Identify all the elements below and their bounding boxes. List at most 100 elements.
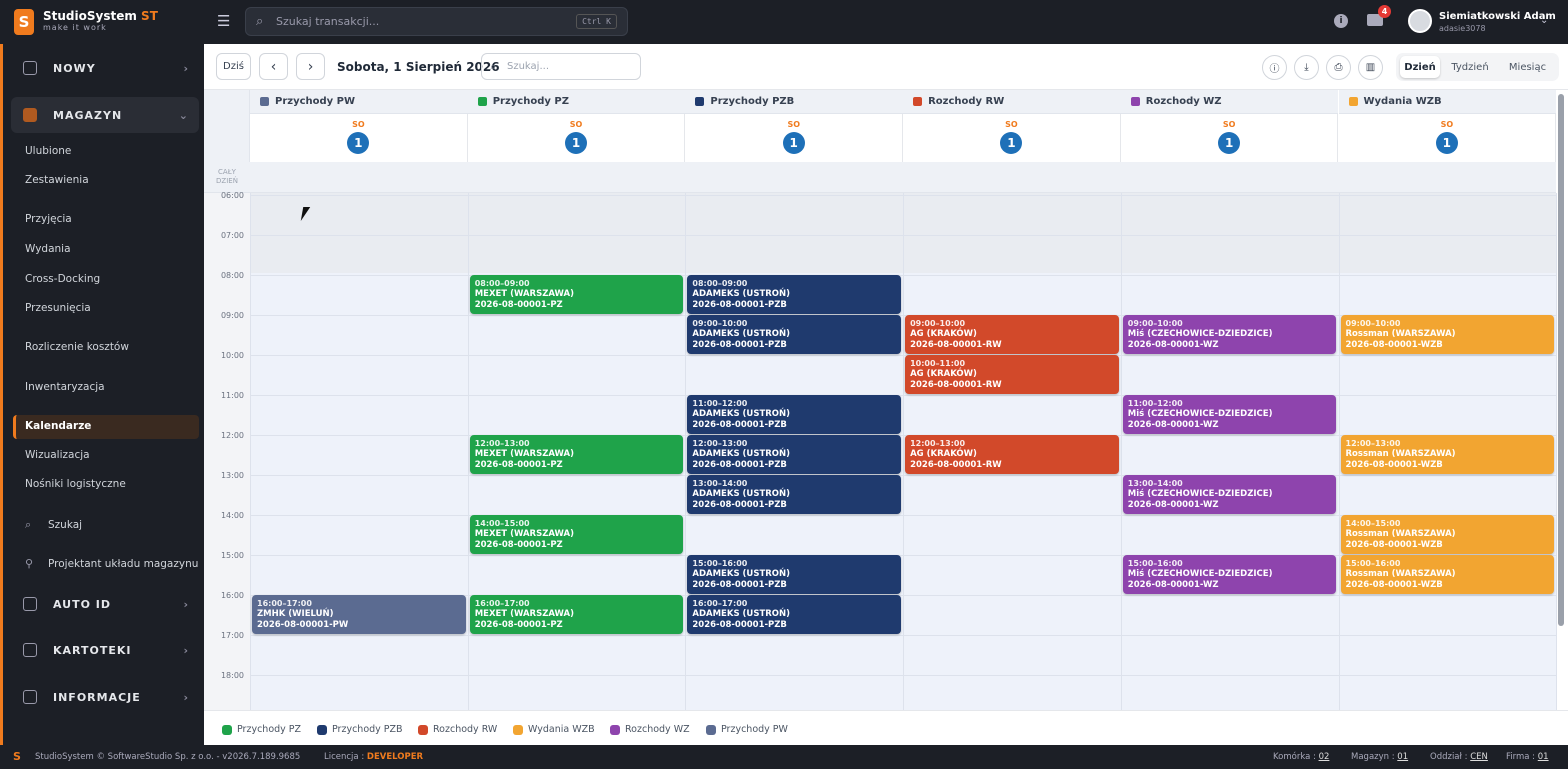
hour-label: 10:00: [220, 351, 244, 360]
calendar-event[interactable]: 11:00–12:00 Miś (CZECHOWICE-DZIEDZICE) 202…: [1122, 395, 1337, 434]
calendar-event[interactable]: 12:00–13:00 ADAMEKS (USTROŃ) 2026-08-00001…: [687, 435, 902, 474]
event-doc: 2026-08-00001-RW: [910, 380, 1002, 390]
footer-branch[interactable]: Oddział : CEN: [1430, 752, 1488, 762]
event-time: 16:00–17:00: [474, 599, 530, 608]
download-icon[interactable]: ⤓: [1294, 55, 1319, 80]
cell-label: Komórka :: [1273, 752, 1316, 762]
legend-item[interactable]: Wydania WZB: [513, 724, 595, 735]
next-button[interactable]: ›: [296, 53, 325, 80]
sidebar-item-wydania[interactable]: Wydania: [25, 243, 71, 255]
calendar-event[interactable]: 08:00–09:00 MEXET (WARSZAWA) 2026-08-00001…: [469, 275, 684, 314]
calendar-event[interactable]: 16:00–17:00 ADAMEKS (USTROŃ) 2026-08-00001…: [687, 595, 902, 634]
calendar-event[interactable]: 12:00–13:00 Rossman (WARSZAWA) 2026-08-000…: [1340, 435, 1555, 474]
print-icon[interactable]: ⎙: [1326, 55, 1351, 80]
calendar-event[interactable]: 09:00–10:00 AG (KRAKÓW) 2026-08-00001-RW: [905, 315, 1119, 354]
sidebar-item-nosniki[interactable]: Nośniki logistyczne: [25, 478, 126, 490]
view-day-button[interactable]: Dzień: [1400, 56, 1440, 78]
sidebar-item-przesuniecia[interactable]: Przesunięcia: [25, 302, 91, 314]
hour-label: 14:00: [220, 511, 244, 520]
color-swatch: [1348, 97, 1358, 106]
sidebar-item-inwentaryzacja[interactable]: Inwentaryzacja: [25, 381, 105, 393]
sidebar-section-informacje[interactable]: INFORMACJE ›: [6, 679, 199, 715]
event-time: 10:00–11:00: [910, 359, 966, 368]
section-label: NOWY: [53, 61, 96, 75]
prev-button[interactable]: ‹: [259, 53, 288, 80]
calendar-event[interactable]: 11:00–12:00 ADAMEKS (USTROŃ) 2026-08-00001…: [687, 395, 902, 434]
event-doc: 2026-08-00001-PZB: [692, 300, 787, 310]
calendar-event[interactable]: 15:00–16:00 Miś (CZECHOWICE-DZIEDZICE) 202…: [1122, 555, 1337, 594]
event-doc: 2026-08-00001-WZB: [1345, 580, 1443, 590]
calendar-event[interactable]: 16:00–17:00 MEXET (WARSZAWA) 2026-08-00001…: [469, 595, 684, 634]
calendar-event[interactable]: 13:00–14:00 Miś (CZECHOWICE-DZIEDZICE) 202…: [1122, 475, 1337, 514]
chart-icon[interactable]: ▥: [1358, 55, 1383, 80]
event-time: 08:00–09:00: [692, 279, 748, 288]
section-label: KARTOTEKI: [53, 643, 132, 657]
footer-cell[interactable]: Komórka : 02: [1273, 752, 1329, 762]
calendar-event[interactable]: 09:00–10:00 Miś (CZECHOWICE-DZIEDZICE) 202…: [1122, 315, 1337, 354]
footer-warehouse[interactable]: Magazyn : 01: [1351, 752, 1408, 762]
legend-item[interactable]: Przychody PW: [706, 724, 788, 735]
calendar-event[interactable]: 12:00–13:00 AG (KRAKÓW) 2026-08-00001-RW: [905, 435, 1119, 474]
calendar-event[interactable]: 15:00–16:00 Rossman (WARSZAWA) 2026-08-000…: [1340, 555, 1555, 594]
day-number[interactable]: 1: [782, 132, 805, 154]
sidebar-item-cross-docking[interactable]: Cross-Docking: [25, 273, 100, 285]
sidebar-item-wizualizacja[interactable]: Wizualizacja: [25, 449, 90, 461]
sidebar-section-auto-id[interactable]: AUTO ID ›: [6, 586, 199, 622]
legend-item[interactable]: Rozchody WZ: [610, 724, 690, 735]
all-day-label-1: CAŁY: [218, 168, 236, 176]
day-number[interactable]: 1: [1218, 132, 1241, 154]
calendar-event[interactable]: 09:00–10:00 Rossman (WARSZAWA) 2026-08-000…: [1340, 315, 1555, 354]
calendar-event[interactable]: 15:00–16:00 ADAMEKS (USTROŃ) 2026-08-00001…: [687, 555, 902, 594]
calendar-event[interactable]: 12:00–13:00 MEXET (WARSZAWA) 2026-08-00001…: [469, 435, 684, 474]
day-number[interactable]: 1: [347, 132, 370, 154]
column-gridline: [1120, 193, 1122, 710]
vertical-scrollbar[interactable]: [1558, 94, 1564, 626]
event-time: 16:00–17:00: [257, 599, 312, 608]
today-button[interactable]: Dziś: [216, 53, 251, 80]
view-week-button[interactable]: Tydzień: [1444, 56, 1496, 78]
day-number[interactable]: 1: [565, 132, 588, 154]
chevron-down-icon[interactable]: ⌄: [1540, 15, 1548, 26]
transaction-search[interactable]: ⌕ Szukaj transakcji... Ctrl K: [245, 7, 628, 36]
menu-toggle-icon[interactable]: ☰: [217, 13, 233, 29]
calendar-event[interactable]: 14:00–15:00 Rossman (WARSZAWA) 2026-08-000…: [1340, 515, 1555, 554]
notification-badge: 4: [1378, 5, 1391, 18]
legend-item[interactable]: Przychody PZB: [317, 724, 403, 735]
calendar-event[interactable]: 10:00–11:00 AG (KRAKÓW) 2026-08-00001-RW: [905, 355, 1119, 394]
calendar-event[interactable]: 09:00–10:00 ADAMEKS (USTROŃ) 2026-08-00001…: [687, 315, 902, 354]
legend-item[interactable]: Rozchody RW: [418, 724, 497, 735]
event-doc: 2026-08-00001-PZB: [692, 460, 787, 470]
calendar-event[interactable]: 08:00–09:00 ADAMEKS (USTROŃ) 2026-08-00001…: [687, 275, 902, 314]
day-number[interactable]: 1: [1000, 132, 1023, 154]
event-who: Miś (CZECHOWICE-DZIEDZICE): [1127, 489, 1273, 499]
legend-item[interactable]: Przychody PZ: [222, 724, 301, 735]
event-doc: 2026-08-00001-PZ: [474, 620, 563, 630]
sidebar-item-zestawienia[interactable]: Zestawienia: [25, 174, 89, 186]
sidebar-item-rozliczenie-kosztow[interactable]: Rozliczenie kosztów: [25, 341, 129, 353]
all-day-label: CAŁY DZIEŃ: [211, 168, 243, 186]
day-number[interactable]: 1: [1435, 132, 1458, 154]
calendar-event[interactable]: 16:00–17:00 ZMHK (WIELUŃ) 2026-08-00001-PW: [252, 595, 466, 634]
info-icon[interactable]: ⓘ: [1262, 55, 1287, 80]
sidebar-section-nowy[interactable]: NOWY ›: [6, 50, 199, 86]
sidebar-item-ulubione[interactable]: Ulubione: [25, 145, 71, 157]
search-placeholder: Szukaj transakcji...: [276, 15, 380, 28]
avatar[interactable]: [1408, 9, 1432, 33]
sidebar-section-kartoteki[interactable]: KARTOTEKI ›: [6, 632, 199, 668]
calendar-event[interactable]: 14:00–15:00 MEXET (WARSZAWA) 2026-08-00001…: [469, 515, 684, 554]
event-time: 09:00–10:00: [910, 319, 966, 328]
event-time: 15:00–16:00: [692, 559, 748, 568]
user-name[interactable]: Siemiatkowski Adam: [1439, 11, 1556, 22]
calendar-search-input[interactable]: ⌕ Szukaj...: [481, 53, 641, 80]
sidebar-item-szukaj[interactable]: ⌕ Szukaj: [25, 518, 82, 532]
view-month-button[interactable]: Miesiąc: [1500, 56, 1555, 78]
cell-value: 02: [1318, 752, 1330, 762]
footer-company[interactable]: Firma : 01: [1506, 752, 1549, 762]
company-value: 01: [1537, 752, 1549, 762]
sidebar: NOWY › MAGAZYN ⌄ Ulubione Zestawienia Pr…: [0, 44, 204, 745]
sidebar-section-magazyn[interactable]: MAGAZYN ⌄: [11, 97, 199, 133]
sidebar-item-przyjecia[interactable]: Przyjęcia: [25, 213, 72, 225]
sidebar-item-projektant[interactable]: ⚲ Projektant układu magazynu: [25, 557, 198, 570]
info-icon[interactable]: i: [1334, 14, 1348, 28]
calendar-event[interactable]: 13:00–14:00 ADAMEKS (USTROŃ) 2026-08-00001…: [687, 475, 902, 514]
